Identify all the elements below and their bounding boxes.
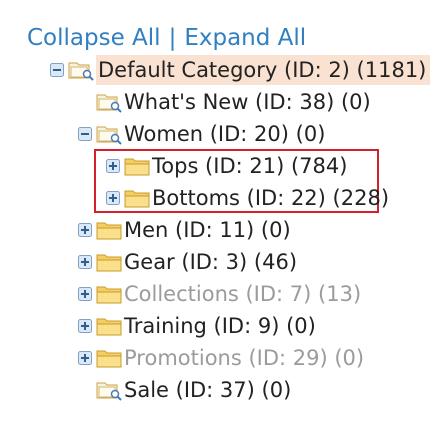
tree-node-label: Training (ID: 9) (0) — [124, 314, 316, 338]
expand-toggle-icon[interactable] — [106, 191, 120, 205]
tree-node-tops[interactable]: Tops (ID: 21) (784) — [106, 151, 347, 181]
folder-search-icon — [96, 382, 122, 401]
tree-node-whats-new[interactable]: What's New (ID: 38) (0) — [96, 87, 371, 117]
tree-controls: Collapse All | Expand All — [27, 22, 306, 54]
folder-icon — [96, 286, 122, 304]
tree-node-training[interactable]: Training (ID: 9) (0) — [78, 311, 316, 341]
expand-all-link[interactable]: Expand All — [184, 25, 306, 51]
folder-icon — [124, 190, 150, 208]
tree-node-label: Default Category (ID: 2) (1181) — [96, 55, 431, 85]
tree-node-bottoms[interactable]: Bottoms (ID: 22) (228) — [106, 183, 389, 213]
expand-toggle-icon[interactable] — [106, 159, 120, 173]
folder-search-open-icon — [96, 126, 122, 145]
expand-toggle-icon[interactable] — [78, 319, 92, 333]
folder-icon — [124, 158, 150, 176]
collapse-toggle-icon[interactable] — [78, 127, 92, 141]
tree-node-label: Women (ID: 20) (0) — [124, 122, 326, 146]
tree-node-gear[interactable]: Gear (ID: 3) (46) — [78, 247, 297, 277]
tree-node-label: Collections (ID: 7) (13) — [124, 282, 362, 306]
folder-icon — [96, 222, 122, 240]
folder-icon — [96, 254, 122, 272]
tree-node-collections[interactable]: Collections (ID: 7) (13) — [78, 279, 361, 309]
tree-node-label: Men (ID: 11) (0) — [124, 218, 291, 242]
separator: | — [168, 25, 177, 51]
folder-search-icon — [96, 94, 122, 113]
tree-node-label: Promotions (ID: 29) (0) — [124, 346, 365, 370]
expand-toggle-icon[interactable] — [78, 255, 92, 269]
tree-node-promotions[interactable]: Promotions (ID: 29) (0) — [78, 343, 364, 373]
tree-node-label: Tops (ID: 21) (784) — [152, 154, 348, 178]
tree-node-men[interactable]: Men (ID: 11) (0) — [78, 215, 291, 245]
tree-node-label: Gear (ID: 3) (46) — [124, 250, 298, 274]
tree-node-women[interactable]: Women (ID: 20) (0) — [78, 119, 325, 149]
expand-toggle-icon[interactable] — [78, 287, 92, 301]
tree-node-label: Bottoms (ID: 22) (228) — [152, 186, 390, 210]
folder-icon — [96, 318, 122, 336]
folder-icon — [96, 350, 122, 368]
tree-node-label: What's New (ID: 38) (0) — [124, 90, 371, 114]
expand-toggle-icon[interactable] — [78, 223, 92, 237]
collapse-all-link[interactable]: Collapse All — [27, 25, 161, 51]
collapse-toggle-icon[interactable] — [50, 63, 64, 77]
tree-node-label: Sale (ID: 37) (0) — [124, 378, 292, 402]
tree-node-sale[interactable]: Sale (ID: 37) (0) — [96, 375, 291, 405]
folder-search-open-icon — [68, 62, 94, 81]
tree-node-default-category[interactable]: Default Category (ID: 2) (1181) — [50, 55, 431, 85]
expand-toggle-icon[interactable] — [78, 351, 92, 365]
